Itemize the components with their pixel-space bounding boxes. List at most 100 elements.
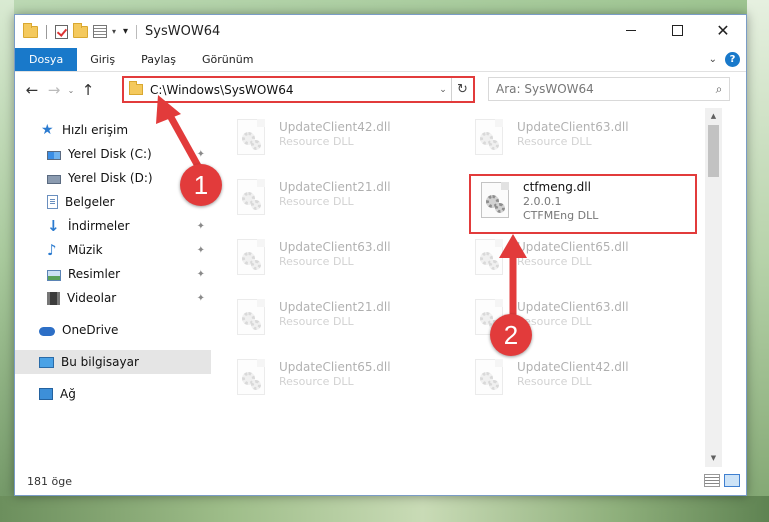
tab-view[interactable]: Görünüm xyxy=(189,48,266,71)
file-version: 2.0.0.1 xyxy=(523,195,562,208)
file-type: Resource DLL xyxy=(279,255,354,268)
file-name: UpdateClient63.dll xyxy=(517,120,629,134)
tab-file[interactable]: Dosya xyxy=(15,48,78,71)
document-icon xyxy=(47,195,58,209)
file-type: CTFMEng DLL xyxy=(523,209,599,222)
sidebar-item-label: Resimler xyxy=(68,267,121,281)
step-badge-2: 2 xyxy=(490,314,532,356)
item-count: 181 öge xyxy=(27,474,72,488)
file-tile[interactable]: UpdateClient21.dll Resource DLL xyxy=(233,296,448,348)
file-type: Resource DLL xyxy=(279,135,354,148)
dll-file-icon xyxy=(233,239,269,279)
cloud-icon xyxy=(39,327,55,336)
vertical-scrollbar[interactable]: ▲ ▼ xyxy=(705,108,722,467)
sidebar-item-label: OneDrive xyxy=(62,323,119,337)
tab-share[interactable]: Paylaş xyxy=(128,48,189,71)
status-bar: 181 öge xyxy=(15,467,746,495)
file-tile[interactable]: UpdateClient65.dll Resource DLL xyxy=(471,236,686,288)
pin-icon: ✦ xyxy=(196,268,205,280)
address-dropdown-icon[interactable]: ⌄ xyxy=(435,85,451,95)
sidebar-item-music[interactable]: ♪ Müzik ✦ xyxy=(15,238,211,262)
customize-toolbar-icon[interactable]: ▾ xyxy=(123,26,128,37)
tab-home[interactable]: Giriş xyxy=(77,48,128,71)
file-tile[interactable]: UpdateClient63.dll Resource DLL xyxy=(233,236,448,288)
dll-file-icon xyxy=(471,359,507,399)
search-box[interactable]: Ara: SysWOW64 ⌕ xyxy=(488,77,730,101)
file-name: UpdateClient21.dll xyxy=(279,300,391,314)
sidebar-item-videos[interactable]: Videolar ✦ xyxy=(15,286,211,310)
address-bar[interactable]: C:\Windows\SysWOW64 ⌄ ↻ xyxy=(122,76,475,103)
sidebar-item-quick-access[interactable]: ★ Hızlı erişim xyxy=(15,118,211,142)
toolbar-separator xyxy=(46,24,47,39)
sidebar-item-disk-c[interactable]: Yerel Disk (C:) ✦ xyxy=(15,142,211,166)
file-name: UpdateClient42.dll xyxy=(517,360,629,374)
file-name: UpdateClient65.dll xyxy=(279,360,391,374)
main-area: ★ Hızlı erişim Yerel Disk (C:) ✦ Yerel D… xyxy=(15,108,746,467)
window-controls: ✕ xyxy=(608,15,746,45)
sidebar-item-network[interactable]: Ağ xyxy=(15,382,211,406)
up-arrow-icon[interactable]: ↑ xyxy=(77,81,99,99)
file-name: UpdateClient42.dll xyxy=(279,120,391,134)
sidebar-item-this-pc[interactable]: Bu bilgisayar xyxy=(15,350,211,374)
close-button[interactable]: ✕ xyxy=(700,15,746,45)
file-type: Resource DLL xyxy=(517,375,592,388)
scroll-down-icon[interactable]: ▼ xyxy=(705,450,722,467)
dll-file-icon xyxy=(471,239,507,279)
recent-locations-icon[interactable]: ⌄ xyxy=(65,86,77,95)
dll-file-icon xyxy=(233,119,269,159)
pictures-icon xyxy=(47,269,61,281)
file-tile[interactable]: UpdateClient65.dll Resource DLL xyxy=(233,356,448,408)
file-list: UpdateClient42.dll Resource DLL UpdateCli… xyxy=(211,108,722,467)
sidebar-item-label: İndirmeler xyxy=(68,219,130,233)
refresh-icon[interactable]: ↻ xyxy=(451,78,473,101)
file-tile-ctfmeng[interactable]: ctfmeng.dll 2.0.0.1 CTFMEng DLL xyxy=(469,174,697,234)
sidebar-item-label: Yerel Disk (C:) xyxy=(68,147,152,161)
scroll-up-icon[interactable]: ▲ xyxy=(705,108,722,125)
maximize-button[interactable] xyxy=(654,15,700,45)
sidebar-item-onedrive[interactable]: OneDrive xyxy=(15,318,211,342)
search-input[interactable]: Ara: SysWOW64 xyxy=(489,82,709,96)
title-bar: ▾ ▾ SysWOW64 ✕ xyxy=(15,15,746,48)
pin-icon: ✦ xyxy=(196,292,205,304)
dll-file-icon xyxy=(471,119,507,159)
help-icon[interactable]: ? xyxy=(725,52,740,67)
file-tile[interactable]: UpdateClient42.dll Resource DLL xyxy=(471,356,686,408)
pin-icon: ✦ xyxy=(196,220,205,232)
sidebar-item-label: Hızlı erişim xyxy=(62,123,129,137)
scroll-thumb[interactable] xyxy=(708,125,719,177)
file-tile[interactable]: UpdateClient21.dll Resource DLL xyxy=(233,176,448,228)
music-icon: ♪ xyxy=(47,241,57,259)
minimize-button[interactable] xyxy=(608,15,654,45)
pin-icon: ✦ xyxy=(196,244,205,256)
expand-ribbon-icon[interactable]: ⌄ xyxy=(709,54,717,65)
file-type: Resource DLL xyxy=(279,195,354,208)
desktop-background-bottom xyxy=(0,496,769,522)
back-arrow-icon[interactable]: ← xyxy=(21,81,43,99)
file-explorer-window: ▾ ▾ SysWOW64 ✕ Dosya Giriş Paylaş Görünü… xyxy=(14,14,747,496)
file-name: UpdateClient65.dll xyxy=(517,240,629,254)
details-view-icon[interactable] xyxy=(704,474,720,487)
ribbon-tabs: Dosya Giriş Paylaş Görünüm ⌄ ? xyxy=(15,48,746,72)
file-name: UpdateClient63.dll xyxy=(279,240,391,254)
sidebar-item-downloads[interactable]: ↓ İndirmeler ✦ xyxy=(15,214,211,238)
file-tile[interactable]: UpdateClient42.dll Resource DLL xyxy=(233,116,448,168)
search-icon[interactable]: ⌕ xyxy=(709,82,729,97)
sidebar-item-label: Belgeler xyxy=(65,195,115,209)
file-name: UpdateClient63.dll xyxy=(517,300,629,314)
properties-list-icon[interactable] xyxy=(93,25,107,38)
dll-file-icon xyxy=(233,179,269,219)
forward-arrow-icon[interactable]: → xyxy=(43,81,65,99)
sidebar-item-pictures[interactable]: Resimler ✦ xyxy=(15,262,211,286)
tiles-view-icon[interactable] xyxy=(724,474,740,487)
new-folder-icon[interactable] xyxy=(73,22,88,38)
dll-file-icon xyxy=(233,359,269,399)
properties-check-icon[interactable] xyxy=(55,24,68,39)
desktop-background-right xyxy=(747,0,769,522)
address-path[interactable]: C:\Windows\SysWOW64 xyxy=(150,83,435,97)
file-name: ctfmeng.dll xyxy=(523,180,591,194)
folder-icon[interactable] xyxy=(23,22,38,38)
step-badge-1: 1 xyxy=(180,164,222,206)
star-icon: ★ xyxy=(41,122,54,138)
file-tile[interactable]: UpdateClient63.dll Resource DLL xyxy=(471,116,686,168)
qa-dropdown-icon[interactable]: ▾ xyxy=(112,27,116,36)
